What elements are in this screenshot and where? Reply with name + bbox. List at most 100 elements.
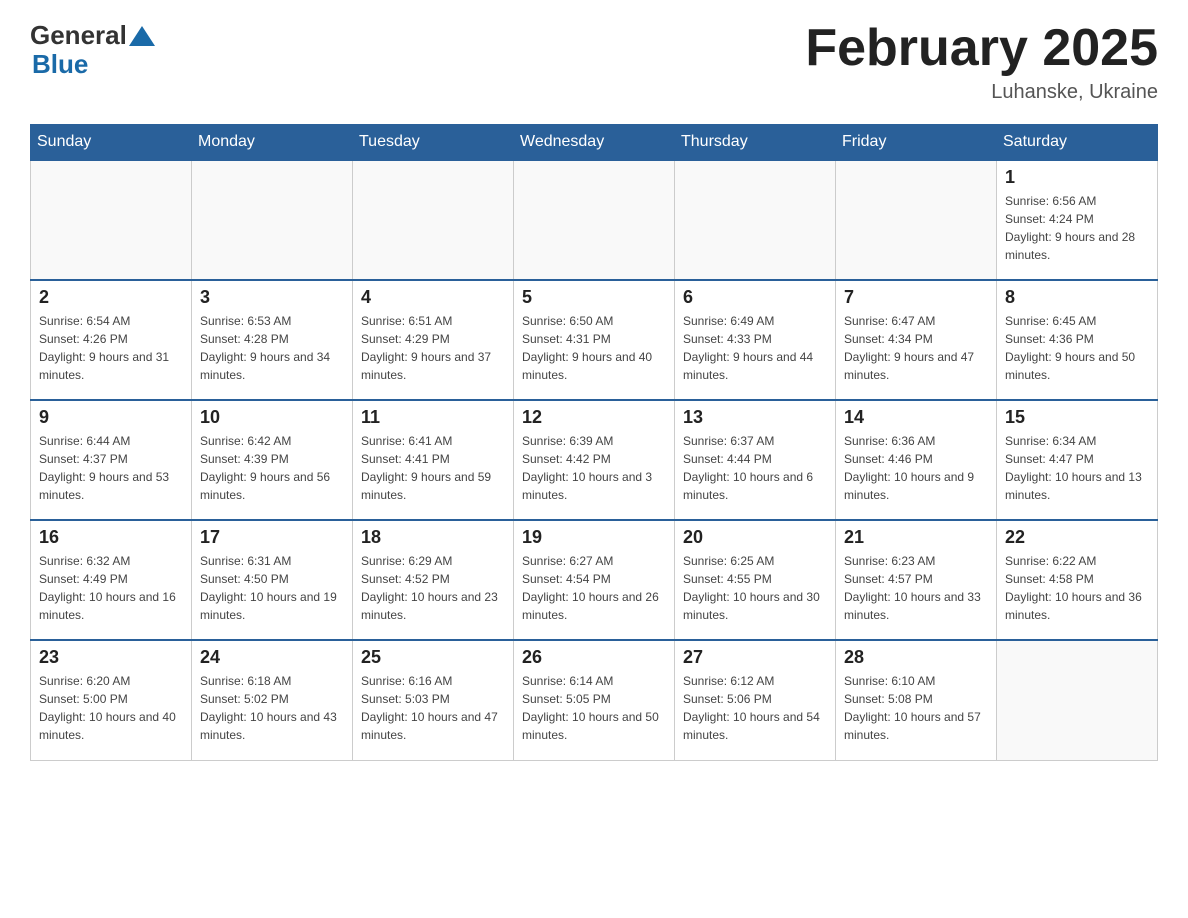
day-info: Sunrise: 6:27 AM Sunset: 4:54 PM Dayligh… [522,552,666,624]
day-number: 7 [844,287,988,308]
day-number: 18 [361,527,505,548]
day-number: 28 [844,647,988,668]
calendar-cell: 5 Sunrise: 6:50 AM Sunset: 4:31 PM Daylig… [514,280,675,400]
day-number: 15 [1005,407,1149,428]
day-info: Sunrise: 6:45 AM Sunset: 4:36 PM Dayligh… [1005,312,1149,384]
calendar-cell: 22 Sunrise: 6:22 AM Sunset: 4:58 PM Dayli… [997,520,1158,640]
calendar-cell: 9 Sunrise: 6:44 AM Sunset: 4:37 PM Daylig… [31,400,192,520]
calendar-cell: 28 Sunrise: 6:10 AM Sunset: 5:08 PM Dayli… [836,640,997,760]
calendar-cell [514,160,675,280]
day-info: Sunrise: 6:51 AM Sunset: 4:29 PM Dayligh… [361,312,505,384]
day-info: Sunrise: 6:42 AM Sunset: 4:39 PM Dayligh… [200,432,344,504]
page-header: General Blue February 2025 Luhanske, Ukr… [30,20,1158,104]
column-header-saturday: Saturday [997,125,1158,161]
day-info: Sunrise: 6:50 AM Sunset: 4:31 PM Dayligh… [522,312,666,384]
day-number: 9 [39,407,183,428]
day-number: 4 [361,287,505,308]
calendar-cell: 21Sunrise: 6:23 AM Sunset: 4:57 PM Dayli… [836,520,997,640]
calendar-cell: 24 Sunrise: 6:18 AM Sunset: 5:02 PM Dayli… [192,640,353,760]
day-number: 6 [683,287,827,308]
calendar-header-row: SundayMondayTuesdayWednesdayThursdayFrid… [31,125,1158,161]
day-info: Sunrise: 6:14 AM Sunset: 5:05 PM Dayligh… [522,672,666,744]
day-number: 13 [683,407,827,428]
day-info: Sunrise: 6:53 AM Sunset: 4:28 PM Dayligh… [200,312,344,384]
day-number: 24 [200,647,344,668]
logo: General Blue [30,20,155,80]
day-info: Sunrise: 6:25 AM Sunset: 4:55 PM Dayligh… [683,552,827,624]
calendar-week-row: 23 Sunrise: 6:20 AM Sunset: 5:00 PM Dayli… [31,640,1158,760]
day-info: Sunrise: 6:32 AM Sunset: 4:49 PM Dayligh… [39,552,183,624]
day-number: 16 [39,527,183,548]
day-number: 12 [522,407,666,428]
day-number: 19 [522,527,666,548]
day-number: 27 [683,647,827,668]
day-info: Sunrise: 6:39 AM Sunset: 4:42 PM Dayligh… [522,432,666,504]
column-header-tuesday: Tuesday [353,125,514,161]
day-info: Sunrise: 6:36 AM Sunset: 4:46 PM Dayligh… [844,432,988,504]
calendar-cell: 8 Sunrise: 6:45 AM Sunset: 4:36 PM Daylig… [997,280,1158,400]
day-number: 25 [361,647,505,668]
month-title: February 2025 [805,20,1158,77]
day-info: Sunrise: 6:16 AM Sunset: 5:03 PM Dayligh… [361,672,505,744]
calendar-cell: 4 Sunrise: 6:51 AM Sunset: 4:29 PM Daylig… [353,280,514,400]
calendar-cell: 2Sunrise: 6:54 AM Sunset: 4:26 PM Daylig… [31,280,192,400]
day-info: Sunrise: 6:47 AM Sunset: 4:34 PM Dayligh… [844,312,988,384]
column-header-sunday: Sunday [31,125,192,161]
day-info: Sunrise: 6:44 AM Sunset: 4:37 PM Dayligh… [39,432,183,504]
day-info: Sunrise: 6:18 AM Sunset: 5:02 PM Dayligh… [200,672,344,744]
calendar-cell: 1Sunrise: 6:56 AM Sunset: 4:24 PM Daylig… [997,160,1158,280]
calendar-cell: 23 Sunrise: 6:20 AM Sunset: 5:00 PM Dayli… [31,640,192,760]
calendar-cell [192,160,353,280]
calendar-cell: 18 Sunrise: 6:29 AM Sunset: 4:52 PM Dayli… [353,520,514,640]
logo-blue-text: Blue [32,49,88,80]
calendar-cell [997,640,1158,760]
day-info: Sunrise: 6:31 AM Sunset: 4:50 PM Dayligh… [200,552,344,624]
day-info: Sunrise: 6:10 AM Sunset: 5:08 PM Dayligh… [844,672,988,744]
location-text: Luhanske, Ukraine [805,81,1158,104]
day-number: 10 [200,407,344,428]
column-header-wednesday: Wednesday [514,125,675,161]
day-info: Sunrise: 6:34 AM Sunset: 4:47 PM Dayligh… [1005,432,1149,504]
day-number: 26 [522,647,666,668]
day-info: Sunrise: 6:20 AM Sunset: 5:00 PM Dayligh… [39,672,183,744]
day-number: 8 [1005,287,1149,308]
calendar-cell: 20 Sunrise: 6:25 AM Sunset: 4:55 PM Dayli… [675,520,836,640]
day-number: 20 [683,527,827,548]
day-info: Sunrise: 6:22 AM Sunset: 4:58 PM Dayligh… [1005,552,1149,624]
day-number: 3 [200,287,344,308]
calendar-cell: 13 Sunrise: 6:37 AM Sunset: 4:44 PM Dayli… [675,400,836,520]
day-info: Sunrise: 6:49 AM Sunset: 4:33 PM Dayligh… [683,312,827,384]
column-header-thursday: Thursday [675,125,836,161]
day-number: 2 [39,287,183,308]
day-number: 14 [844,407,988,428]
calendar-table: SundayMondayTuesdayWednesdayThursdayFrid… [30,124,1158,761]
calendar-cell: 27 Sunrise: 6:12 AM Sunset: 5:06 PM Dayli… [675,640,836,760]
calendar-cell: 6 Sunrise: 6:49 AM Sunset: 4:33 PM Daylig… [675,280,836,400]
calendar-week-row: 9 Sunrise: 6:44 AM Sunset: 4:37 PM Daylig… [31,400,1158,520]
day-info: Sunrise: 6:29 AM Sunset: 4:52 PM Dayligh… [361,552,505,624]
day-number: 23 [39,647,183,668]
calendar-cell [675,160,836,280]
calendar-week-row: 16 Sunrise: 6:32 AM Sunset: 4:49 PM Dayli… [31,520,1158,640]
day-info: Sunrise: 6:37 AM Sunset: 4:44 PM Dayligh… [683,432,827,504]
calendar-cell: 7 Sunrise: 6:47 AM Sunset: 4:34 PM Daylig… [836,280,997,400]
title-section: February 2025 Luhanske, Ukraine [805,20,1158,104]
calendar-week-row: 2Sunrise: 6:54 AM Sunset: 4:26 PM Daylig… [31,280,1158,400]
day-number: 22 [1005,527,1149,548]
day-number: 17 [200,527,344,548]
column-header-friday: Friday [836,125,997,161]
calendar-week-row: 1Sunrise: 6:56 AM Sunset: 4:24 PM Daylig… [31,160,1158,280]
calendar-cell [353,160,514,280]
calendar-cell: 11Sunrise: 6:41 AM Sunset: 4:41 PM Dayli… [353,400,514,520]
calendar-cell: 3 Sunrise: 6:53 AM Sunset: 4:28 PM Daylig… [192,280,353,400]
calendar-cell: 14 Sunrise: 6:36 AM Sunset: 4:46 PM Dayli… [836,400,997,520]
day-number: 11 [361,407,505,428]
calendar-cell: 25 Sunrise: 6:16 AM Sunset: 5:03 PM Dayli… [353,640,514,760]
day-info: Sunrise: 6:12 AM Sunset: 5:06 PM Dayligh… [683,672,827,744]
calendar-cell: 17 Sunrise: 6:31 AM Sunset: 4:50 PM Dayli… [192,520,353,640]
day-number: 5 [522,287,666,308]
logo-general-text: General [30,20,127,51]
calendar-cell: 12 Sunrise: 6:39 AM Sunset: 4:42 PM Dayli… [514,400,675,520]
calendar-cell: 10 Sunrise: 6:42 AM Sunset: 4:39 PM Dayli… [192,400,353,520]
calendar-cell [836,160,997,280]
